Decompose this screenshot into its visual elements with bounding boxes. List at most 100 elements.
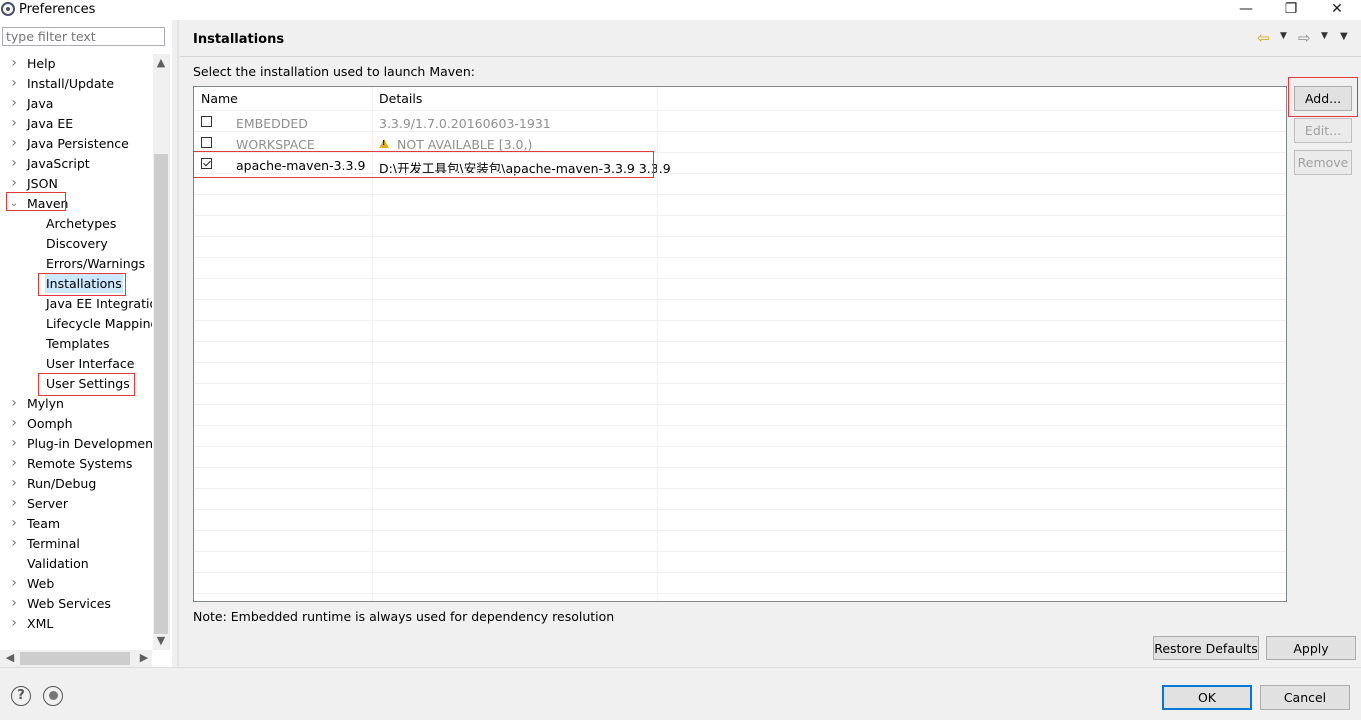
expand-chevron-right-icon[interactable]: › [8,574,20,594]
expand-chevron-right-icon[interactable]: › [8,174,20,194]
tree-item-label: Help [27,56,56,71]
back-arrow-icon[interactable]: ⇦ [1257,29,1270,47]
tree-item-oomph[interactable]: › Oomph [0,414,152,434]
expand-chevron-right-icon[interactable]: › [8,534,20,554]
tree-item-javascript[interactable]: › JavaScript [0,154,152,174]
pane-divider[interactable] [177,20,179,667]
expand-chevron-right-icon[interactable]: › [8,494,20,514]
grid-line [194,320,1286,321]
scroll-up-arrow-icon[interactable]: ▲ [153,55,169,71]
scroll-down-arrow-icon[interactable]: ▼ [153,633,169,649]
tree-item-label: Server [27,496,68,511]
edit-button[interactable]: Edit... [1294,118,1352,143]
restore-defaults-button[interactable]: Restore Defaults [1153,636,1259,660]
row-checkbox[interactable] [201,137,212,148]
help-icon[interactable]: ? [11,686,31,706]
highlight-box [38,373,135,396]
tree-item-java-ee-integration[interactable]: Java EE Integration [0,294,152,314]
expand-chevron-right-icon[interactable]: › [8,414,20,434]
tree-item-plug-in-development[interactable]: › Plug-in Development [0,434,152,454]
column-header-name[interactable]: Name [201,91,238,106]
tree-item-label: Plug-in Development [27,436,152,451]
tree-item-user-interface[interactable]: User Interface [0,354,152,374]
highlight-box [38,273,126,296]
expand-chevron-right-icon[interactable]: › [8,394,20,414]
tree-item-java[interactable]: › Java [0,94,152,114]
tree-scroll-thumb[interactable] [154,154,168,634]
tree-item-java-ee[interactable]: › Java EE [0,114,152,134]
view-menu-icon[interactable]: ▼ [1340,31,1348,42]
grid-line [194,404,1286,405]
tree-hscroll-thumb[interactable] [20,652,130,665]
expand-chevron-right-icon[interactable]: › [8,154,20,174]
restore-button[interactable]: ❐ [1268,0,1314,20]
forward-arrow-icon[interactable]: ⇨ [1298,29,1311,47]
grid-line [194,299,1286,300]
expand-chevron-right-icon[interactable]: › [8,114,20,134]
grid-line [194,593,1286,594]
tree-item-label: Remote Systems [27,456,133,471]
tree-item-web-services[interactable]: › Web Services [0,594,152,614]
column-divider[interactable] [657,87,658,601]
column-header-details[interactable]: Details [379,91,422,106]
ok-button[interactable]: OK [1162,685,1252,710]
tree-item-label: Oomph [27,416,73,431]
cancel-button[interactable]: Cancel [1260,685,1350,710]
grid-line [194,572,1286,573]
expand-chevron-right-icon[interactable]: › [8,94,20,114]
tree-item-help[interactable]: › Help [0,54,152,74]
apply-button[interactable]: Apply [1266,636,1356,660]
expand-chevron-right-icon[interactable]: › [8,594,20,614]
row-checkbox[interactable] [201,116,212,127]
installation-details: 3.3.9/1.7.0.20160603-1931 [379,116,551,131]
minimize-button[interactable]: — [1223,0,1269,20]
tree-item-java-persistence[interactable]: › Java Persistence [0,134,152,154]
expand-chevron-right-icon[interactable]: › [8,454,20,474]
expand-chevron-right-icon[interactable]: › [8,54,20,74]
tree-item-label: Java Persistence [27,136,129,151]
back-menu-chevron-icon[interactable]: ▼ [1280,31,1287,41]
filter-input[interactable] [2,27,165,46]
tree-item-run-debug[interactable]: › Run/Debug [0,474,152,494]
tree-item-errors-warnings[interactable]: Errors/Warnings [0,254,152,274]
tree-item-web[interactable]: › Web [0,574,152,594]
expand-chevron-right-icon[interactable]: › [8,134,20,154]
tree-item-label: Java [27,96,54,111]
tree-item-archetypes[interactable]: Archetypes [0,214,152,234]
tree-item-terminal[interactable]: › Terminal [0,534,152,554]
tree-item-label: Errors/Warnings [46,256,146,271]
tree-item-lifecycle-mapping[interactable]: Lifecycle Mapping [0,314,152,334]
tree-item-label: Java EE [27,116,74,131]
grid-line [194,215,1286,216]
tree-item-label: Web [27,576,55,591]
grid-line [194,131,1286,132]
scroll-left-arrow-icon[interactable]: ◀ [2,650,18,666]
expand-chevron-right-icon[interactable]: › [8,514,20,534]
expand-chevron-right-icon[interactable]: › [8,434,20,454]
tree-item-install-update[interactable]: › Install/Update [0,74,152,94]
tree-item-discovery[interactable]: Discovery [0,234,152,254]
tree-item-xml[interactable]: › XML [0,614,152,634]
tree-item-json[interactable]: › JSON [0,174,152,194]
expand-chevron-right-icon[interactable]: › [8,474,20,494]
remove-button[interactable]: Remove [1294,150,1352,175]
page-header [180,20,1361,57]
grid-line [194,446,1286,447]
tree-item-label: Lifecycle Mapping [46,316,152,331]
expand-chevron-right-icon[interactable]: › [8,74,20,94]
tree-item-remote-systems[interactable]: › Remote Systems [0,454,152,474]
close-button[interactable]: ✕ [1314,0,1360,20]
tree-item-team[interactable]: › Team [0,514,152,534]
tree-item-templates[interactable]: Templates [0,334,152,354]
expand-chevron-right-icon[interactable]: › [8,614,20,634]
scroll-right-arrow-icon[interactable]: ▶ [136,650,152,666]
tree-item-server[interactable]: › Server [0,494,152,514]
tree-item-mylyn[interactable]: › Mylyn [0,394,152,414]
tree-item-validation[interactable]: Validation [0,554,152,574]
highlight-box [6,192,66,211]
import-export-icon[interactable] [43,686,63,706]
highlight-add-box [1288,77,1358,117]
tree-item-label: Install/Update [27,76,115,91]
warning-icon [379,139,389,148]
forward-menu-chevron-icon[interactable]: ▼ [1321,31,1328,41]
